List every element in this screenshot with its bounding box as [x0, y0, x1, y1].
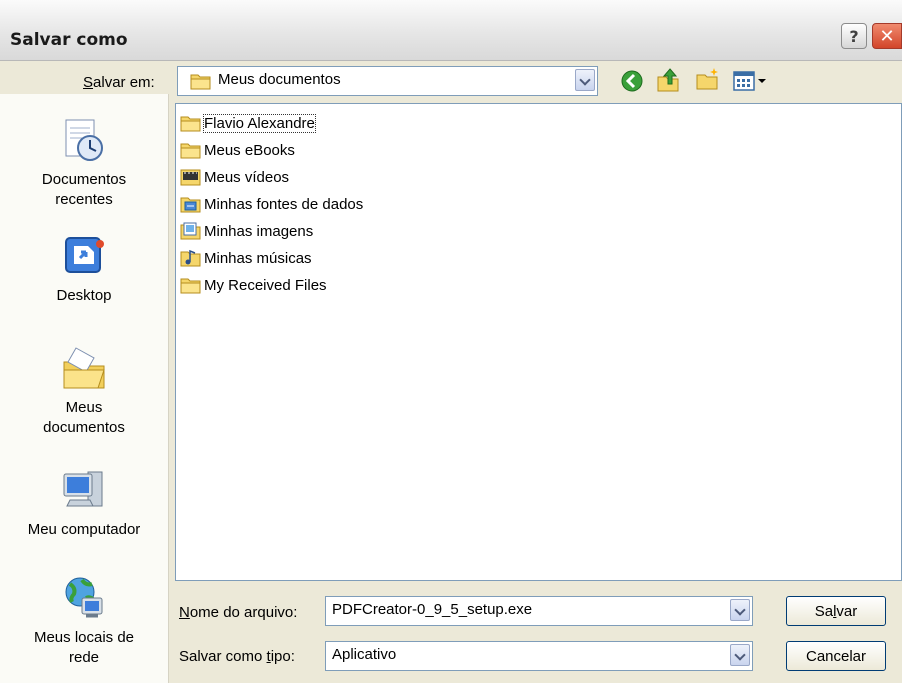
place-label: Meus locais de rede — [33, 629, 135, 666]
close-button[interactable]: ✕ — [872, 23, 902, 49]
file-type-dropdown[interactable]: Aplicativo — [325, 641, 753, 671]
file-name-input[interactable]: PDFCreator-0_9_5_setup.exe — [325, 596, 753, 626]
save-button[interactable]: Sa l var — [786, 596, 886, 626]
save-in-label: Salvar em: — [83, 74, 155, 91]
music-folder-icon — [180, 249, 201, 267]
file-name: Meus vídeos — [204, 168, 290, 186]
recent-documents-icon — [65, 119, 103, 161]
file-name: Minhas imagens — [204, 222, 314, 240]
list-item[interactable]: Meus vídeos — [180, 165, 289, 189]
place-label: Meu computador — [27, 521, 141, 538]
close-icon: ✕ — [879, 25, 895, 47]
save-in-value: Meus documentos — [218, 71, 341, 88]
list-item[interactable]: Flavio Alexandre — [180, 111, 316, 135]
list-item[interactable]: Minhas imagens — [180, 219, 313, 243]
help-icon: ? — [849, 26, 859, 46]
file-type-value: Aplicativo — [332, 646, 397, 663]
my-documents-icon — [63, 347, 105, 389]
place-label: Meus documentos — [43, 399, 125, 436]
save-as-dialog: Salvar como ? ✕ Salvar em: Meus document… — [0, 0, 902, 683]
file-name: Minhas músicas — [204, 249, 312, 267]
back-icon[interactable] — [620, 69, 644, 93]
my-computer-icon — [63, 471, 103, 507]
pictures-folder-icon — [180, 222, 201, 240]
video-folder-icon — [180, 169, 201, 186]
desktop-icon — [65, 237, 104, 273]
new-folder-icon[interactable] — [695, 67, 721, 91]
up-folder-icon[interactable] — [656, 67, 680, 93]
title-bar[interactable]: Salvar como ? ✕ — [0, 0, 902, 61]
save-in-dropdown-button[interactable] — [575, 69, 595, 91]
save-in-dropdown[interactable]: Meus documentos — [177, 66, 598, 96]
places-bar: Documentos recentes Desktop Meus documen… — [0, 94, 169, 683]
folder-icon — [180, 143, 201, 159]
folder-icon — [180, 278, 201, 294]
cancel-button[interactable]: Cancelar — [786, 641, 886, 671]
file-name: Meus eBooks — [204, 141, 295, 159]
file-name: Flavio Alexandre — [203, 113, 316, 133]
place-my-documents[interactable]: Meus documentos — [0, 344, 168, 438]
window-title: Salvar como — [10, 30, 128, 50]
list-item[interactable]: Minhas músicas — [180, 246, 312, 270]
place-recent-documents[interactable]: Documentos recentes — [0, 116, 168, 210]
folder-icon — [180, 116, 201, 132]
place-label: Desktop — [56, 287, 112, 304]
file-name: Minhas fontes de dados — [204, 195, 364, 213]
file-name: My Received Files — [204, 276, 327, 294]
file-name-dropdown-button[interactable] — [730, 599, 750, 621]
folder-icon — [190, 74, 211, 90]
file-name-label: Nome do arquivo: — [179, 604, 298, 621]
place-network[interactable]: Meus locais de rede — [0, 574, 168, 668]
view-menu-icon[interactable] — [732, 70, 772, 92]
file-list[interactable]: Flavio Alexandre Meus eBooks Meus vídeos… — [175, 103, 902, 581]
place-label: Documentos recentes — [41, 171, 127, 208]
file-name-value: PDFCreator-0_9_5_setup.exe — [332, 601, 533, 618]
place-desktop[interactable]: Desktop — [0, 232, 168, 306]
list-item[interactable]: Meus eBooks — [180, 138, 295, 162]
network-places-icon — [65, 577, 103, 618]
list-item[interactable]: Minhas fontes de dados — [180, 192, 363, 216]
list-item[interactable]: My Received Files — [180, 273, 327, 297]
help-button[interactable]: ? — [841, 23, 867, 49]
place-my-computer[interactable]: Meu computador — [0, 466, 168, 540]
file-type-label: Salvar como tipo: — [179, 648, 295, 665]
data-sources-folder-icon — [180, 197, 201, 213]
file-type-dropdown-button[interactable] — [730, 644, 750, 666]
